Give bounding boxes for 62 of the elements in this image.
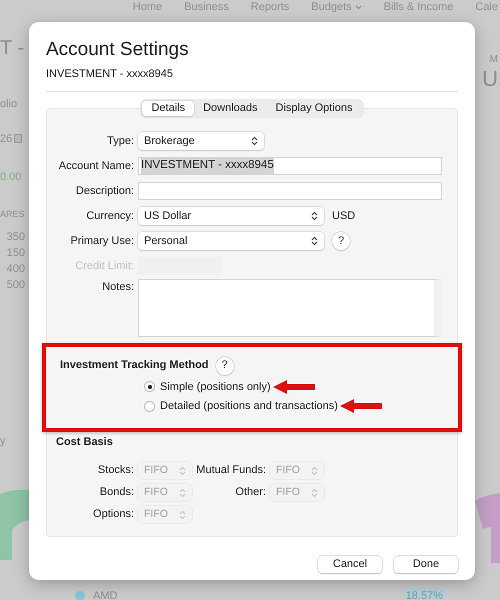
holding-share: 18.57%: [404, 588, 445, 600]
amount-text: 0.00: [0, 170, 22, 185]
donut-chart-drawing: [0, 490, 29, 560]
dialog-button[interactable]: Cancel: [318, 556, 382, 573]
notes-field[interactable]: [138, 278, 442, 336]
share-count: 350: [6, 230, 25, 245]
cost-basis-label: Options:: [92, 507, 135, 522]
radio-option[interactable]: Detailed (positions and transactions): [144, 398, 338, 414]
dropdown: FIFO: [270, 484, 324, 501]
share-count: 150: [6, 246, 25, 261]
cost-basis-label: Stocks:: [96, 463, 135, 478]
section-title: Cost Basis: [55, 434, 114, 450]
dropdown: FIFO: [138, 462, 192, 479]
tab[interactable]: Display Options: [266, 100, 362, 116]
row-label: y: [0, 434, 6, 449]
up-down-chevron-icon: [179, 510, 186, 520]
up-down-chevron-icon: [311, 488, 318, 498]
summary-label: M: [490, 53, 499, 67]
field-label: Primary Use:: [69, 234, 135, 249]
donut-chart-drawing: [475, 493, 500, 563]
radio-option[interactable]: Simple (positions only): [144, 378, 271, 395]
dropdown: FIFO: [138, 484, 192, 501]
up-down-chevron-icon: [179, 466, 186, 476]
cost-basis-label: Bonds:: [98, 485, 135, 500]
calendar-icon: [14, 134, 22, 144]
share-count: 400: [6, 262, 25, 277]
dropdown[interactable]: Personal: [138, 232, 324, 250]
summary-value: U: [482, 67, 499, 91]
cost-basis-label: Mutual Funds:: [195, 463, 267, 478]
up-down-chevron-icon: [311, 236, 318, 246]
tab[interactable]: Downloads: [194, 100, 266, 116]
cost-basis-label: Other:: [234, 485, 267, 500]
arrow-icon: [272, 378, 317, 395]
column-header: ARES: [0, 208, 25, 220]
text-field[interactable]: [138, 182, 442, 200]
dropdown: FIFO: [270, 462, 324, 479]
dropdown: FIFO: [138, 506, 192, 523]
dropdown[interactable]: Brokerage: [138, 132, 264, 150]
up-down-chevron-icon: [311, 466, 318, 476]
field-label: Account Name:: [58, 158, 135, 174]
section-title: Investment Tracking Method: [60, 358, 209, 374]
field-value: INVESTMENT - xxxx8945: [141, 157, 274, 175]
page-title: T -: [0, 36, 24, 61]
text-field[interactable]: INVESTMENT - xxxx8945: [138, 157, 442, 175]
arrow-icon: [340, 398, 384, 414]
dialog-title: Account Settings: [46, 38, 190, 62]
date-text: 26: [0, 132, 12, 146]
currency-code: USD: [332, 208, 356, 224]
share-count: 500: [6, 278, 25, 293]
dropdown[interactable]: US Dollar: [138, 207, 324, 225]
dialog-subtitle: INVESTMENT - xxxx8945: [46, 67, 174, 82]
field-label: Type:: [106, 134, 135, 149]
tab[interactable]: Details: [142, 100, 194, 116]
field-label: Currency:: [85, 208, 135, 224]
field-label: Notes:: [101, 280, 135, 294]
tab-label: olio: [0, 97, 18, 112]
up-down-chevron-icon: [179, 488, 186, 498]
field-label: Description:: [74, 184, 135, 199]
holding-name: AMD: [93, 588, 118, 600]
dialog-button[interactable]: Done: [394, 556, 458, 573]
up-down-chevron-icon: [251, 136, 258, 146]
up-down-chevron-icon: [311, 211, 318, 221]
